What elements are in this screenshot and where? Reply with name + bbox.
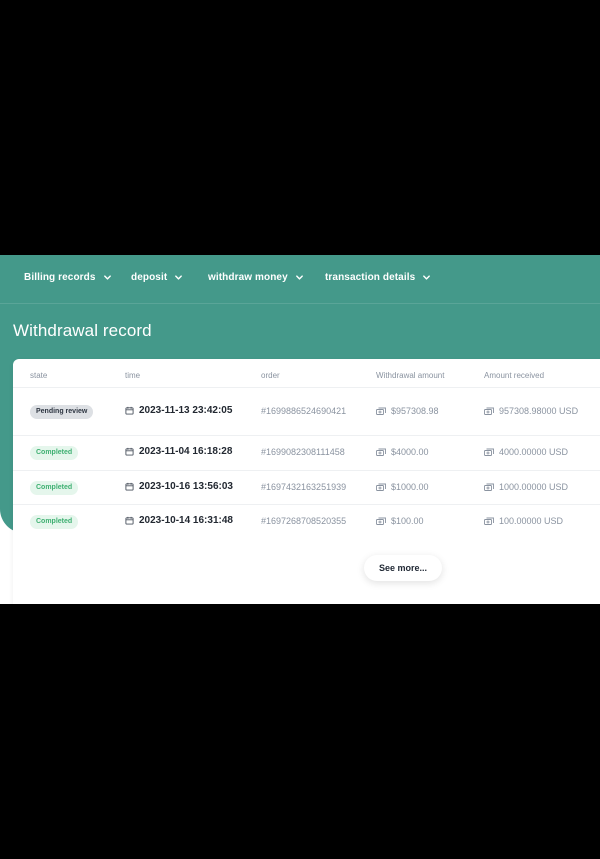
withdrawal-amount-cell: $100.00 <box>376 516 424 526</box>
order-id: #1697268708520355 <box>261 516 347 526</box>
time-cell: 2023-10-16 13:56:03 <box>125 481 233 492</box>
time-cell: 2023-11-13 23:42:05 <box>125 405 232 416</box>
time-value: 2023-10-14 16:31:48 <box>139 515 233 526</box>
bills-icon <box>484 517 494 525</box>
amount-received-cell: 957308.98000 USD <box>484 406 578 416</box>
status-badge: Completed <box>30 446 79 460</box>
amount-received-cell: 100.00000 USD <box>484 516 563 526</box>
column-header-withdrawal-amount: Withdrawal amount <box>376 371 445 380</box>
nav-billing-records[interactable]: Billing records <box>24 268 112 286</box>
amount-received-value: 4000.00000 USD <box>499 447 569 457</box>
withdrawal-amount-cell: $1000.00 <box>376 482 429 492</box>
withdrawal-amount-cell: $957308.98 <box>376 406 439 416</box>
bills-icon <box>376 517 386 525</box>
column-header-state: state <box>30 371 48 380</box>
order-id: #1697432163251939 <box>261 482 347 492</box>
time-value: 2023-10-16 13:56:03 <box>139 481 233 492</box>
nav-billing-records-label: Billing records <box>24 271 96 283</box>
nav-deposit[interactable]: deposit <box>131 268 183 286</box>
withdrawal-amount-cell: $4000.00 <box>376 447 429 457</box>
table-row[interactable]: Completed 2023-10-16 13:56:03 #169743216… <box>13 471 600 505</box>
status-badge: Completed <box>30 481 79 495</box>
see-more-button[interactable]: See more... <box>364 555 442 581</box>
time-cell: 2023-10-14 16:31:48 <box>125 515 233 526</box>
time-value: 2023-11-13 23:42:05 <box>139 405 233 416</box>
nav-transaction-details[interactable]: transaction details <box>325 268 431 286</box>
order-id: #1699886524690421 <box>261 406 347 416</box>
nav-withdraw-money[interactable]: withdraw money <box>208 268 304 286</box>
bills-icon <box>484 407 494 415</box>
chevron-down-icon <box>103 274 111 280</box>
withdrawal-amount-value: $1000.00 <box>391 482 429 492</box>
app-screen: Billing records deposit withdraw money t… <box>0 255 600 604</box>
order-id: #1699082308111458 <box>261 447 345 457</box>
withdrawal-amount-value: $957308.98 <box>391 406 439 416</box>
calendar-icon <box>125 482 134 491</box>
calendar-icon <box>125 406 134 415</box>
amount-received-cell: 4000.00000 USD <box>484 447 568 457</box>
chevron-down-icon <box>295 274 303 280</box>
bills-icon <box>484 483 494 491</box>
withdrawal-amount-value: $100.00 <box>391 516 424 526</box>
chevron-down-icon <box>423 274 431 280</box>
top-navigation: Billing records deposit withdraw money t… <box>0 255 600 304</box>
bills-icon <box>484 448 494 456</box>
time-value: 2023-11-04 16:18:28 <box>139 446 233 457</box>
table-row[interactable]: Pending review 2023-11-13 23:42:05 #1699… <box>13 388 600 436</box>
withdrawal-table-card: state time order Withdrawal amount Amoun… <box>13 359 600 604</box>
column-header-amount-received: Amount received <box>484 371 545 380</box>
calendar-icon <box>125 516 134 525</box>
table-row[interactable]: Completed 2023-10-14 16:31:48 #169726870… <box>13 505 600 539</box>
bills-icon <box>376 407 386 415</box>
calendar-icon <box>125 447 134 456</box>
status-badge: Completed <box>30 515 79 529</box>
bills-icon <box>376 448 386 456</box>
column-header-order: order <box>261 371 280 380</box>
status-badge: Pending review <box>30 405 94 419</box>
amount-received-value: 957308.98000 USD <box>499 406 579 416</box>
page-title: Withdrawal record <box>13 321 152 340</box>
nav-withdraw-money-label: withdraw money <box>208 271 288 283</box>
table-row[interactable]: Completed 2023-11-04 16:18:28 #169908230… <box>13 436 600 471</box>
amount-received-cell: 1000.00000 USD <box>484 482 568 492</box>
withdrawal-amount-value: $4000.00 <box>391 447 429 457</box>
chevron-down-icon <box>175 274 183 280</box>
nav-transaction-details-label: transaction details <box>325 271 416 283</box>
amount-received-value: 100.00000 USD <box>499 516 564 526</box>
amount-received-value: 1000.00000 USD <box>499 482 569 492</box>
time-cell: 2023-11-04 16:18:28 <box>125 446 232 457</box>
nav-deposit-label: deposit <box>131 271 168 283</box>
bills-icon <box>376 483 386 491</box>
column-header-time: time <box>125 371 141 380</box>
